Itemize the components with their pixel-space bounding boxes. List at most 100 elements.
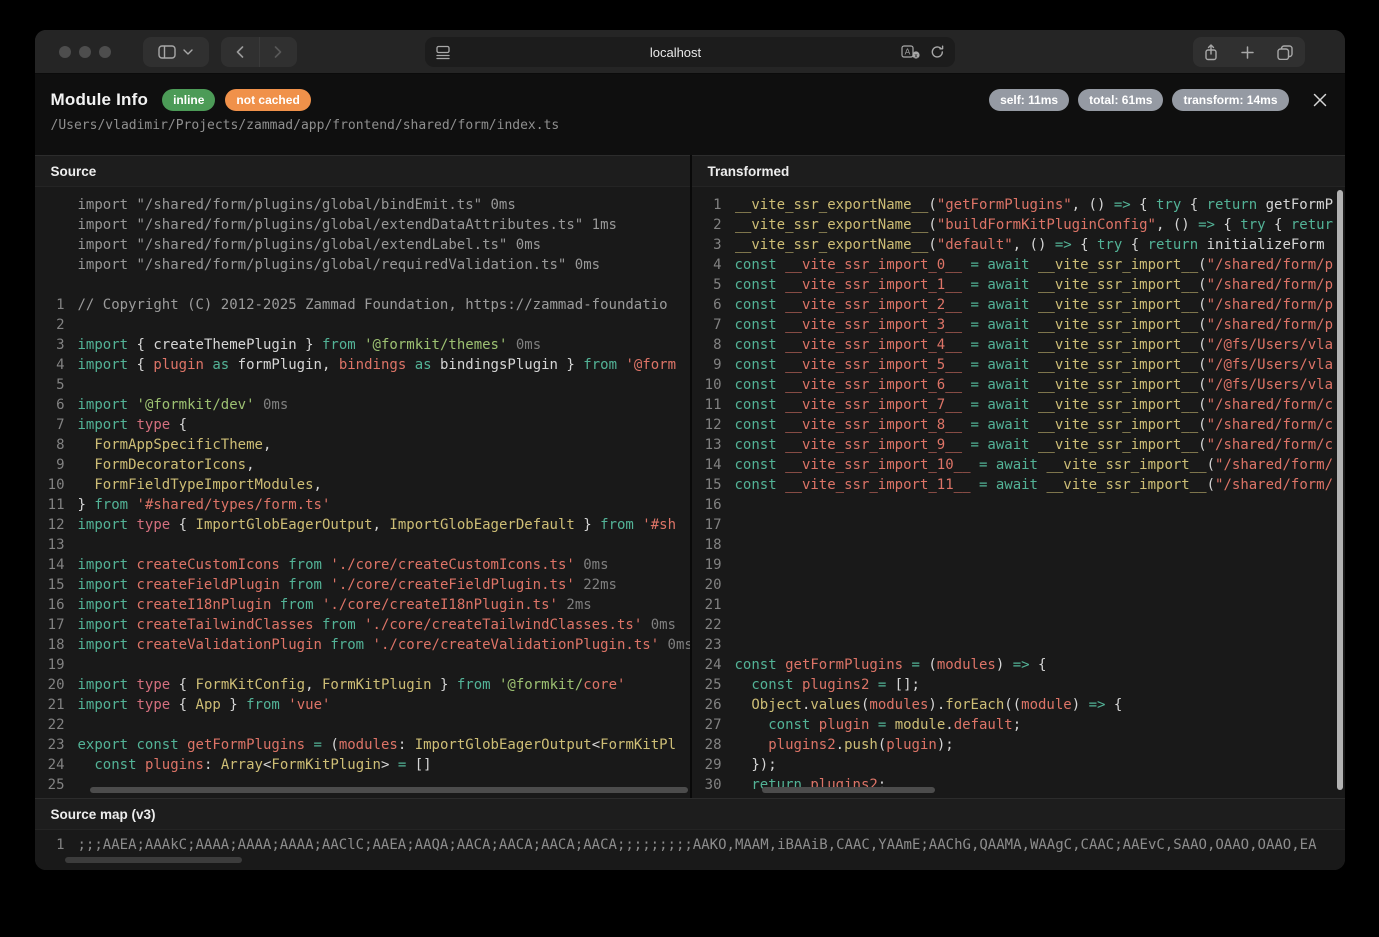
code-line: import "/shared/form/plugins/global/exte… — [35, 235, 690, 255]
code-line: import "/shared/form/plugins/global/bind… — [35, 195, 690, 215]
page-title: Module Info — [51, 90, 149, 110]
share-icon — [1204, 44, 1218, 61]
line-number — [35, 235, 65, 255]
transformed-horizontal-scrollbar[interactable] — [762, 787, 935, 793]
code-line: 11const __vite_ssr_import_7__ = await __… — [692, 395, 1345, 415]
line-number: 1 — [35, 295, 65, 315]
code-line: 8 FormAppSpecificTheme, — [35, 435, 690, 455]
code-line: 26 Object.values(modules).forEach((modul… — [692, 695, 1345, 715]
self-time-badge: self: 11ms — [989, 89, 1069, 111]
transformed-code: 1__vite_ssr_exportName__("getFormPlugins… — [692, 187, 1345, 798]
line-number: 12 — [692, 415, 722, 435]
code-line: 6import '@formkit/dev' 0ms — [35, 395, 690, 415]
line-number: 18 — [35, 635, 65, 655]
line-number: 11 — [35, 495, 65, 515]
source-panel-title: Source — [35, 155, 690, 187]
line-number: 13 — [692, 435, 722, 455]
line-number: 18 — [692, 535, 722, 555]
code-line: 5const __vite_ssr_import_1__ = await __v… — [692, 275, 1345, 295]
line-number: 20 — [692, 575, 722, 595]
line-number — [35, 255, 65, 275]
reload-icon[interactable] — [930, 45, 945, 59]
line-number: 24 — [35, 755, 65, 775]
sourcemap-horizontal-scrollbar[interactable] — [65, 857, 242, 863]
code-line: 3import { createThemePlugin } from '@for… — [35, 335, 690, 355]
code-line: 12const __vite_ssr_import_8__ = await __… — [692, 415, 1345, 435]
line-number — [35, 275, 65, 295]
forward-button[interactable] — [259, 37, 297, 67]
code-line: 8const __vite_ssr_import_4__ = await __v… — [692, 335, 1345, 355]
line-number: 2 — [35, 315, 65, 335]
line-number: 3 — [692, 235, 722, 255]
minimize-window-button[interactable] — [79, 46, 91, 58]
line-number: 24 — [692, 655, 722, 675]
share-button[interactable] — [1204, 44, 1218, 61]
code-line: 13const __vite_ssr_import_9__ = await __… — [692, 435, 1345, 455]
code-line: 28 plugins2.push(plugin); — [692, 735, 1345, 755]
code-line: import "/shared/form/plugins/global/requ… — [35, 255, 690, 275]
inline-badge: inline — [162, 89, 215, 111]
line-number — [35, 195, 65, 215]
line-number: 1 — [692, 195, 722, 215]
forward-icon — [274, 46, 282, 58]
close-window-button[interactable] — [59, 46, 71, 58]
line-number: 6 — [692, 295, 722, 315]
code-line: import "/shared/form/plugins/global/exte… — [35, 215, 690, 235]
line-number: 11 — [692, 395, 722, 415]
sidebar-toggle-button[interactable] — [143, 37, 209, 67]
line-number: 21 — [692, 595, 722, 615]
line-number: 10 — [35, 475, 65, 495]
code-line: 24const getFormPlugins = (modules) => { — [692, 655, 1345, 675]
code-line: 11} from '#shared/types/form.ts' — [35, 495, 690, 515]
line-number: 22 — [692, 615, 722, 635]
code-line: 1// Copyright (C) 2012-2025 Zammad Found… — [35, 295, 690, 315]
line-number: 5 — [692, 275, 722, 295]
line-number: 7 — [692, 315, 722, 335]
line-number: 4 — [692, 255, 722, 275]
line-number: 28 — [692, 735, 722, 755]
code-line: 2 — [35, 315, 690, 335]
back-icon — [236, 46, 244, 58]
code-line: 4import { plugin as formPlugin, bindings… — [35, 355, 690, 375]
line-number: 5 — [35, 375, 65, 395]
reader-icon[interactable] — [435, 45, 451, 60]
code-line: 25 const plugins2 = []; — [692, 675, 1345, 695]
line-number: 16 — [692, 495, 722, 515]
line-number: 21 — [35, 695, 65, 715]
translate-icon[interactable]: Ax — [901, 45, 921, 59]
close-button[interactable] — [1311, 91, 1329, 109]
tab-overview-button[interactable] — [1277, 45, 1293, 60]
line-number: 20 — [35, 675, 65, 695]
code-line: 13 — [35, 535, 690, 555]
line-number: 14 — [692, 455, 722, 475]
code-line: 21import type { App } from 'vue' — [35, 695, 690, 715]
code-line: 15const __vite_ssr_import_11__ = await _… — [692, 475, 1345, 495]
code-line: 22 — [35, 715, 690, 735]
line-number: 1 — [35, 835, 65, 855]
tabs-icon — [1277, 45, 1293, 60]
line-number: 26 — [692, 695, 722, 715]
code-line: 23export const getFormPlugins = (modules… — [35, 735, 690, 755]
code-line: 17import createTailwindClasses from './c… — [35, 615, 690, 635]
line-number: 15 — [35, 575, 65, 595]
code-line: 16import createI18nPlugin from './core/c… — [35, 595, 690, 615]
code-line — [35, 275, 690, 295]
code-line: 20import type { FormKitConfig, FormKitPl… — [35, 675, 690, 695]
line-number: 13 — [35, 535, 65, 555]
module-info-header: Module Info inline not cached self: 11ms… — [35, 74, 1345, 155]
code-line: 10const __vite_ssr_import_6__ = await __… — [692, 375, 1345, 395]
url-text: localhost — [451, 45, 901, 60]
code-line: 3__vite_ssr_exportName__("default", () =… — [692, 235, 1345, 255]
code-line: 15import createFieldPlugin from './core/… — [35, 575, 690, 595]
back-button[interactable] — [221, 37, 259, 67]
code-line: 7import type { — [35, 415, 690, 435]
new-tab-button[interactable] — [1241, 46, 1254, 59]
zoom-window-button[interactable] — [99, 46, 111, 58]
code-line: 9 FormDecoratorIcons, — [35, 455, 690, 475]
address-bar[interactable]: localhost Ax — [425, 37, 955, 67]
code-panels: Source import "/shared/form/plugins/glob… — [35, 155, 1345, 798]
source-horizontal-scrollbar[interactable] — [90, 787, 688, 793]
transformed-vertical-scrollbar[interactable] — [1337, 190, 1343, 790]
line-number: 19 — [692, 555, 722, 575]
line-number: 9 — [692, 355, 722, 375]
